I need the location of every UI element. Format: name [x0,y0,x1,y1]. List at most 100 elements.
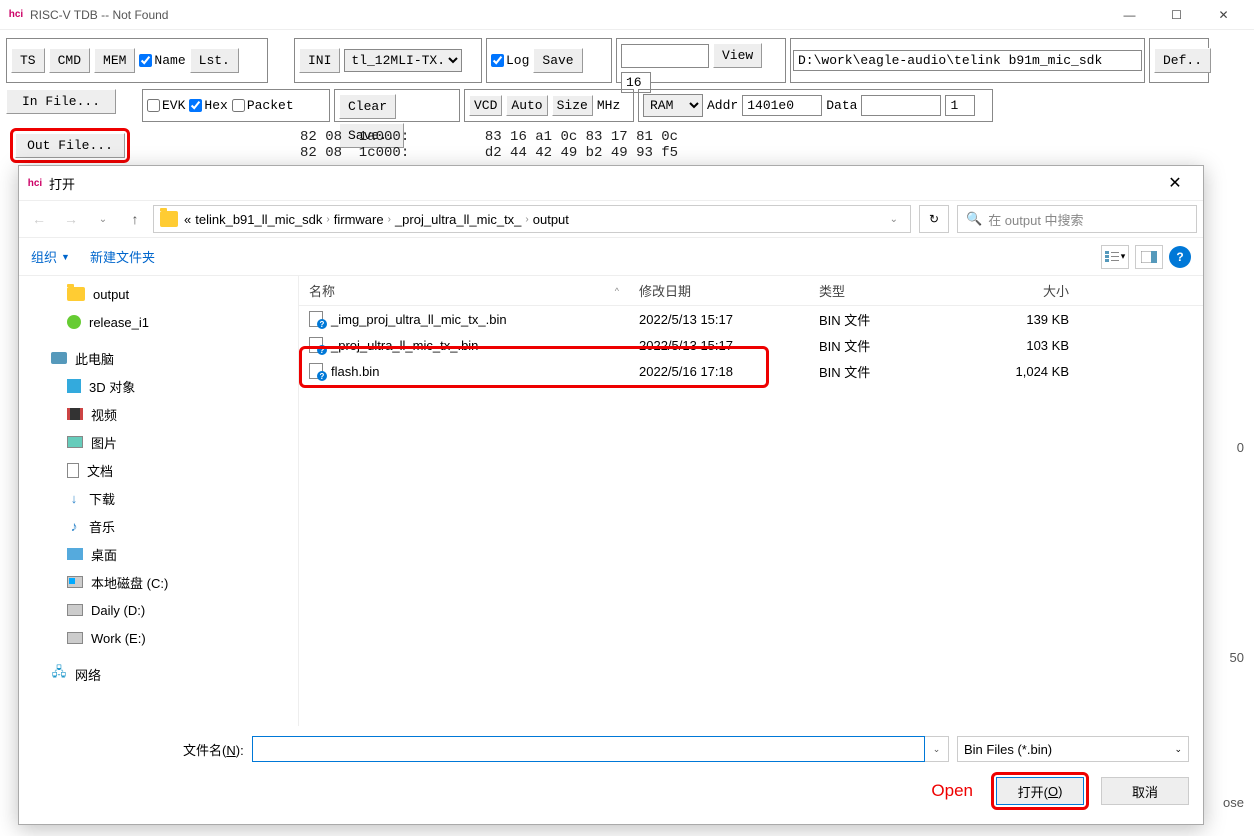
refresh-button[interactable]: ↻ [919,205,949,233]
sidebar-item[interactable]: 🖧网络 [19,660,298,688]
col-name[interactable]: 名称^ [299,281,629,300]
cancel-button[interactable]: 取消 [1101,777,1189,805]
sidebar-item[interactable]: release_i1 [19,308,298,336]
sidebar-item-label: 下载 [89,489,115,508]
nav-back-button[interactable]: ← [25,205,53,233]
sidebar-item[interactable]: 此电脑 [19,344,298,372]
sidebar-item[interactable]: ♪音乐 [19,512,298,540]
evk-checkbox[interactable]: EVK [147,98,185,113]
file-name: _proj_ultra_ll_mic_tx_.bin [331,338,478,353]
file-row[interactable]: ?_img_proj_ultra_ll_mic_tx_.bin2022/5/13… [299,306,1203,332]
addr-input[interactable] [742,95,822,116]
toolbar-group-view-row2: VCD Auto Size MHz [464,89,634,122]
ic-green-icon [67,315,81,329]
vcd-button[interactable]: VCD [469,95,502,116]
sidebar-item-label: 图片 [91,433,117,452]
maximize-button[interactable]: ☐ [1154,1,1199,29]
file-type: BIN 文件 [809,310,959,329]
out-file-button[interactable]: Out File... [15,133,125,158]
mem-button[interactable]: MEM [94,48,135,73]
size-button[interactable]: Size [552,95,593,116]
save-button[interactable]: Save [533,48,582,73]
auto-button[interactable]: Auto [506,95,547,116]
col-date[interactable]: 修改日期 [629,281,809,300]
ts-button[interactable]: TS [11,48,45,73]
file-date: 2022/5/16 17:18 [629,364,809,379]
ini-button[interactable]: INI [299,48,340,73]
clear-button[interactable]: Clear [339,94,396,119]
view-mode-button[interactable]: ▾ [1101,245,1129,269]
nav-history-dropdown[interactable]: ⌄ [89,205,117,233]
nav-up-button[interactable]: ↑ [121,205,149,233]
path-input[interactable] [793,50,1142,71]
open-button[interactable]: 打开(O) [996,777,1084,805]
log-checkbox[interactable]: Log [491,53,529,68]
sidebar-item[interactable]: 本地磁盘 (C:) [19,568,298,596]
preview-pane-button[interactable] [1135,245,1163,269]
minimize-button[interactable]: — [1107,1,1152,29]
packet-checkbox[interactable]: Packet [232,98,294,113]
sidebar-item[interactable]: output [19,280,298,308]
file-filter-select[interactable]: Bin Files (*.bin) ⌄ [957,736,1189,762]
ram-select[interactable]: RAM [643,94,703,117]
hex-checkbox[interactable]: Hex [189,98,227,113]
addr-label: Addr [707,98,738,113]
organize-button[interactable]: 组织 ▼ [31,247,70,266]
ini-select[interactable]: tl_12MLI-TX. [344,49,462,72]
dialog-close-button[interactable]: ✕ [1155,168,1195,198]
data-label: Data [826,98,857,113]
sidebar-item[interactable]: ↓下载 [19,484,298,512]
ic-video-icon [67,408,83,420]
hex-dump: 82 08 1a000: 83 16 a1 0c 83 17 81 0c 82 … [280,125,698,165]
view-button[interactable]: View [713,43,762,68]
breadcrumb-seg-0[interactable]: telink_b91_ll_mic_sdk [195,212,322,227]
breadcrumb-dropdown[interactable]: ⌄ [884,214,904,225]
breadcrumb-seg-3[interactable]: output [533,212,569,227]
sidebar-item[interactable]: 3D 对象 [19,372,298,400]
data-input[interactable] [861,95,941,116]
name-checkbox[interactable]: Name [139,53,185,68]
sidebar-item-label: release_i1 [89,315,149,330]
sidebar-item[interactable]: Daily (D:) [19,596,298,624]
col-type[interactable]: 类型 [809,281,959,300]
in-file-button[interactable]: In File... [6,89,116,114]
num-input[interactable] [945,95,975,116]
sidebar-item[interactable]: 文档 [19,456,298,484]
dialog-title: 打开 [49,174,1155,193]
cmd-button[interactable]: CMD [49,48,90,73]
def-button[interactable]: Def.. [1154,48,1211,73]
sidebar-item-label: 3D 对象 [89,377,135,396]
lst-button[interactable]: Lst. [190,48,239,73]
sidebar-item[interactable]: 视频 [19,400,298,428]
filename-input[interactable] [252,736,925,762]
sidebar-item[interactable]: 桌面 [19,540,298,568]
sidebar-item-label: output [93,287,129,302]
col-size[interactable]: 大小 [959,281,1079,300]
search-input[interactable]: 🔍 在 output 中搜索 [957,205,1197,233]
sidebar-item-label: 本地磁盘 (C:) [91,573,168,592]
ic-folder-icon [67,287,85,301]
file-date: 2022/5/13 15:17 [629,312,809,327]
new-folder-button[interactable]: 新建文件夹 [90,247,155,266]
chevron-right-icon: › [388,214,391,225]
ic-disk-icon [67,632,83,644]
sidebar-item[interactable]: 图片 [19,428,298,456]
sidebar-item[interactable]: Work (E:) [19,624,298,652]
breadcrumb-seg-1[interactable]: firmware [334,212,384,227]
filename-dropdown[interactable]: ⌄ [925,736,949,762]
sidebar-item-label: 桌面 [91,545,117,564]
toolbar-group-ini: INI tl_12MLI-TX. [294,38,482,83]
nav-forward-button[interactable]: → [57,205,85,233]
file-list: 名称^ 修改日期 类型 大小 ?_img_proj_ultra_ll_mic_t… [299,276,1203,726]
file-row[interactable]: ?_proj_ultra_ll_mic_tx_.bin2022/5/13 15:… [299,332,1203,358]
file-list-header: 名称^ 修改日期 类型 大小 [299,276,1203,306]
file-open-dialog: hci 打开 ✕ ← → ⌄ ↑ « telink_b91_ll_mic_sdk… [18,165,1204,825]
file-type: BIN 文件 [809,362,959,381]
side-text-ose: ose [1223,795,1244,810]
breadcrumb[interactable]: « telink_b91_ll_mic_sdk › firmware › _pr… [153,205,911,233]
file-row[interactable]: ?flash.bin2022/5/16 17:18BIN 文件1,024 KB [299,358,1203,384]
window-title: RISC-V TDB -- Not Found [30,8,1107,22]
close-button[interactable]: ✕ [1201,1,1246,29]
breadcrumb-seg-2[interactable]: _proj_ultra_ll_mic_tx_ [395,212,521,227]
help-button[interactable]: ? [1169,246,1191,268]
